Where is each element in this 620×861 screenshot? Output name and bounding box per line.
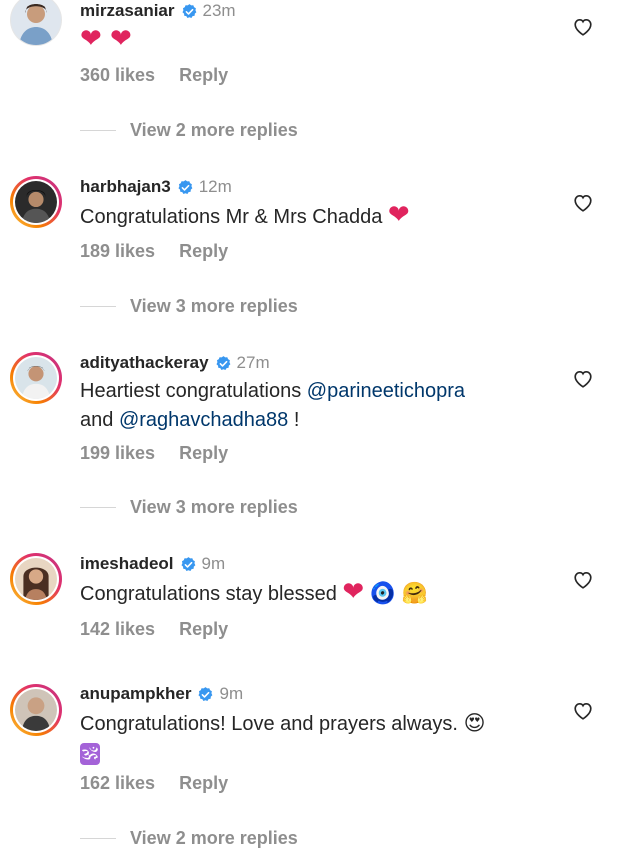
- heart-emoji: ❤: [342, 577, 365, 607]
- verified-badge-icon: [180, 556, 197, 573]
- avatar[interactable]: [10, 0, 62, 46]
- avatar-photo: [11, 0, 61, 45]
- comment-text-content: Congratulations stay blessed: [80, 583, 337, 605]
- heart-outline-icon[interactable]: [572, 192, 594, 214]
- comment-meta: 199 likes Reply: [80, 443, 228, 464]
- comment-text-content: Congratulations Mr & Mrs Chadda: [80, 206, 383, 228]
- view-replies-label[interactable]: View 2 more replies: [130, 828, 298, 849]
- reply-button[interactable]: Reply: [179, 241, 228, 262]
- verified-badge-icon: [177, 179, 194, 196]
- comment-meta: 142 likes Reply: [80, 619, 228, 640]
- comment-header: adityathackeray 27m: [80, 353, 270, 373]
- likes-count[interactable]: 360 likes: [80, 65, 155, 86]
- heart-emoji: ❤ ❤: [80, 24, 132, 54]
- timestamp: 12m: [198, 177, 232, 196]
- timestamp: 23m: [202, 1, 236, 20]
- username[interactable]: mirzasaniar: [80, 1, 175, 21]
- reply-button[interactable]: Reply: [179, 65, 228, 86]
- reply-button[interactable]: Reply: [179, 619, 228, 640]
- comment-meta: 189 likes Reply: [80, 241, 228, 262]
- comment-meta: 360 likes Reply: [80, 65, 228, 86]
- divider-line: [80, 306, 116, 307]
- avatar[interactable]: [10, 176, 62, 228]
- view-replies-label[interactable]: View 3 more replies: [130, 296, 298, 317]
- view-replies-label[interactable]: View 3 more replies: [130, 497, 298, 518]
- comment-text: Congratulations Mr & Mrs Chadda ❤: [80, 201, 550, 232]
- avatar[interactable]: [10, 684, 62, 736]
- divider-line: [80, 838, 116, 839]
- om-emoji: 🕉: [80, 743, 101, 765]
- avatar[interactable]: [10, 553, 62, 605]
- avatar-photo: [15, 357, 57, 399]
- comment-header: harbhajan3 12m: [80, 177, 232, 197]
- comment-text: Heartiest congratulations @parineetichop…: [80, 377, 550, 435]
- username[interactable]: imeshadeol: [80, 554, 174, 574]
- comment-text-part: and: [80, 409, 119, 431]
- hugging-face-emoji: 🤗: [401, 581, 428, 605]
- divider-line: [80, 507, 116, 508]
- comment-text-part: !: [288, 409, 300, 431]
- view-replies-button[interactable]: View 3 more replies: [80, 296, 298, 317]
- timestamp: 9m: [201, 554, 226, 573]
- avatar-photo: [15, 558, 57, 600]
- likes-count[interactable]: 189 likes: [80, 241, 155, 262]
- comment-header: anupampkher 9m: [80, 684, 243, 704]
- comment-meta: 162 likes Reply: [80, 773, 228, 794]
- comment-text: Congratulations stay blessed ❤ 🧿 🤗: [80, 578, 550, 609]
- reply-button[interactable]: Reply: [179, 773, 228, 794]
- avatar[interactable]: [10, 352, 62, 404]
- verified-badge-icon: [197, 686, 214, 703]
- username[interactable]: harbhajan3: [80, 177, 171, 197]
- comment-text: Congratulations! Love and prayers always…: [80, 709, 550, 768]
- view-replies-button[interactable]: View 2 more replies: [80, 120, 298, 141]
- timestamp: 27m: [236, 353, 270, 372]
- timestamp: 9m: [219, 684, 244, 703]
- likes-count[interactable]: 199 likes: [80, 443, 155, 464]
- heart-outline-icon[interactable]: [572, 16, 594, 38]
- avatar-photo: [15, 689, 57, 731]
- avatar-photo: [15, 181, 57, 223]
- verified-badge-icon: [215, 355, 232, 372]
- divider-line: [80, 130, 116, 131]
- username[interactable]: adityathackeray: [80, 353, 209, 373]
- heart-emoji: ❤: [387, 200, 410, 230]
- heart-outline-icon[interactable]: [572, 700, 594, 722]
- username[interactable]: anupampkher: [80, 684, 191, 704]
- likes-count[interactable]: 142 likes: [80, 619, 155, 640]
- verified-badge-icon: [181, 3, 198, 20]
- comment-text-content: Congratulations! Love and prayers always…: [80, 713, 458, 735]
- view-replies-label[interactable]: View 2 more replies: [130, 120, 298, 141]
- mention-link[interactable]: @raghavchadha88: [119, 409, 288, 431]
- heart-eyes-emoji: 😍: [463, 711, 486, 735]
- mention-link[interactable]: @parineetichopra: [307, 380, 465, 402]
- view-replies-button[interactable]: View 2 more replies: [80, 828, 298, 849]
- evil-eye-emoji: 🧿: [369, 581, 396, 605]
- comment-header: imeshadeol 9m: [80, 554, 225, 574]
- view-replies-button[interactable]: View 3 more replies: [80, 497, 298, 518]
- comment-text-part: Heartiest congratulations: [80, 380, 307, 402]
- heart-outline-icon[interactable]: [572, 569, 594, 591]
- reply-button[interactable]: Reply: [179, 443, 228, 464]
- heart-outline-icon[interactable]: [572, 368, 594, 390]
- comment-header: mirzasaniar 23m: [80, 1, 236, 21]
- comment-text: ❤ ❤: [80, 25, 550, 56]
- likes-count[interactable]: 162 likes: [80, 773, 155, 794]
